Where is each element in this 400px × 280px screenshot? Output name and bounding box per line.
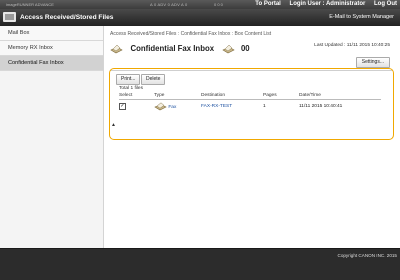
footer: Copyright CANON INC. 2015 xyxy=(0,248,400,280)
datetime-cell: 11/11 2015 10:40:41 xyxy=(299,104,343,109)
fax-document-icon xyxy=(154,102,167,111)
select-checkbox[interactable]: ✓ xyxy=(119,103,126,110)
top-links: To Portal Login User : Administrator Log… xyxy=(248,0,397,9)
select-cell: ✓ xyxy=(119,100,154,114)
delete-button[interactable]: Delete xyxy=(141,74,166,85)
total-files-text: Total 1 files xyxy=(119,86,143,91)
sidebar-item-memory-rx-inbox[interactable]: Memory RX Inbox xyxy=(0,41,103,56)
login-user-text: Login User : Administrator xyxy=(289,1,366,7)
fax-document-icon xyxy=(110,44,123,54)
table-row: ✓ Fax FAX-RX-TEST 1 11/11 2015 10:40:41 xyxy=(119,100,381,114)
page-heading: Confidential Fax Inbox 00 xyxy=(110,40,250,54)
up-arrow-icon[interactable]: ▲ xyxy=(111,122,116,128)
pages-cell: 1 xyxy=(263,104,266,109)
breadcrumb: Access Received/Stored Files : Confident… xyxy=(110,31,272,37)
file-table: Select Type Destination Pages Date/Time … xyxy=(119,92,381,113)
fax-document-icon xyxy=(221,44,235,54)
to-portal-link[interactable]: To Portal xyxy=(255,1,281,7)
file-type-link[interactable]: Fax xyxy=(168,105,176,110)
page-title: Confidential Fax Inbox xyxy=(130,44,215,54)
column-header-destination: Destination xyxy=(201,92,263,100)
column-header-select: Select xyxy=(119,92,154,100)
column-header-type: Type xyxy=(154,92,201,100)
device-info-strip: imageRUNNER ADVANCE A 0 ADV 0 ADV A 0 0 … xyxy=(0,0,400,9)
device-status-text: 0 0 0 xyxy=(214,2,223,7)
device-model-text: imageRUNNER ADVANCE xyxy=(6,2,54,7)
column-header-datetime: Date/Time xyxy=(299,92,381,100)
destination-cell: FAX-RX-TEST xyxy=(201,100,263,114)
main-content: Access Received/Stored Files : Confident… xyxy=(104,26,400,248)
email-system-manager-link[interactable]: E-Mail to System Manager xyxy=(326,12,397,22)
sidebar: Mail Box Memory RX Inbox Confidential Fa… xyxy=(0,26,104,248)
type-cell: Fax xyxy=(154,100,201,114)
print-button[interactable]: Print... xyxy=(116,74,141,85)
inbox-icon xyxy=(3,12,16,22)
app-title: Access Received/Stored Files xyxy=(20,14,114,21)
file-list-panel: Print... Delete Total 1 files Select Typ… xyxy=(109,68,394,140)
app-header: Access Received/Stored Files E-Mail to S… xyxy=(0,9,400,26)
sidebar-item-confidential-fax-inbox[interactable]: Confidential Fax Inbox xyxy=(0,56,103,71)
column-header-pages: Pages xyxy=(263,92,299,100)
sidebar-item-mail-box[interactable]: Mail Box xyxy=(0,26,103,41)
destination-link[interactable]: FAX-RX-TEST xyxy=(201,104,232,109)
box-number: 00 xyxy=(240,44,250,54)
last-updated-text: Last Updated : 11/11 2015 10:40:25 xyxy=(314,43,390,48)
log-out-link[interactable]: Log Out xyxy=(374,1,397,7)
settings-button[interactable]: Settings... xyxy=(355,57,390,68)
copyright-text: Copyright CANON INC. 2015 xyxy=(337,253,398,258)
device-info-text: A 0 ADV 0 ADV A 0 xyxy=(150,2,188,7)
